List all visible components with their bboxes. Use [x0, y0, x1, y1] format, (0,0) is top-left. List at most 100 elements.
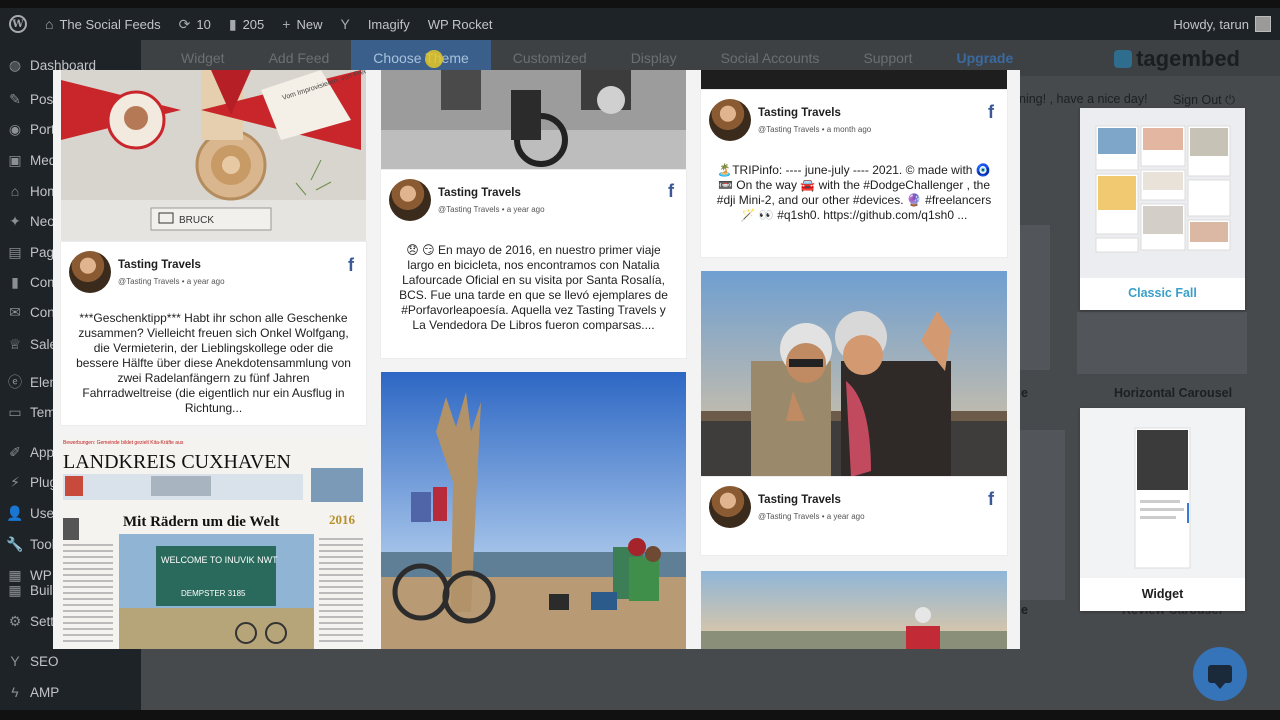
howdy-label: Howdy, tarun [1173, 16, 1249, 32]
site-name-label: The Social Feeds [59, 16, 161, 32]
newspaper-photo: Bewerbungen: Gemeinde bildet gezielt Kit… [61, 438, 366, 649]
pin-icon: ✎ [9, 90, 21, 107]
theme-thumb[interactable] [1020, 430, 1065, 600]
power-icon: ⏻ [1225, 93, 1236, 107]
yoast-icon: Y [340, 16, 350, 32]
post-handle-text: @Tasting Travels [118, 276, 180, 286]
gift-photo: BRUCK Vom Improvisieren, von Freundschaf… [61, 70, 366, 242]
avatar [389, 179, 431, 221]
svg-text:Bewerbungen: Gemeinde bildet g: Bewerbungen: Gemeinde bildet gezielt Kit… [63, 440, 184, 446]
post-text: ***Geschenktipp*** Habt ihr schon alle G… [76, 311, 351, 415]
account-menu[interactable]: Howdy, tarun [1164, 8, 1280, 40]
sidebar-item-amp[interactable]: ϟ AMP [0, 680, 141, 704]
feed-post-card[interactable]: Tasting Travels @Tasting Travels • a yea… [61, 242, 366, 425]
sidebar-item-label: Neo [30, 213, 55, 229]
avatar [69, 251, 111, 293]
avatar [1255, 16, 1271, 32]
theme-thumb-horizontal-carousel[interactable] [1077, 312, 1247, 374]
sunset-photo [701, 571, 1007, 649]
post-time: a year ago [826, 511, 865, 521]
theme-card-widget[interactable]: Widget [1080, 408, 1245, 611]
chart-icon: ♕ [8, 335, 22, 352]
post-text: 🏝️TRIPinfo: ---- june-july ---- 2021. © … [716, 163, 992, 222]
tagembed-logo: tagembed [1114, 46, 1240, 72]
comments-link[interactable]: ▮ 205 [220, 8, 273, 40]
sign-out-button[interactable]: Sign Out ⏻ [1173, 93, 1235, 108]
dashboard-icon: ◍ [8, 56, 22, 73]
selfie-photo [701, 271, 1007, 477]
site-name-link[interactable]: ⌂ The Social Feeds [36, 8, 170, 40]
sidebar-item-label: SEO [30, 653, 59, 669]
comment-icon: ▮ [228, 15, 237, 32]
elementor-icon: ⓔ [8, 374, 22, 390]
updates-count: 10 [196, 16, 211, 32]
builder-icon: ▦ [8, 581, 22, 598]
mouse-cursor-highlight [425, 50, 443, 68]
wp-rocket-link[interactable]: WP Rocket [419, 8, 502, 40]
theme-label-classic-fall: Classic Fall [1128, 286, 1197, 300]
post-time: a month ago [826, 124, 872, 134]
post-author[interactable]: Tasting Travels [438, 187, 545, 199]
comments-icon: ▮ [11, 273, 19, 290]
refresh-icon: ⟳ [178, 15, 191, 32]
imagify-label: Imagify [367, 16, 410, 32]
wrench-icon: 🔧 [6, 535, 24, 552]
wordpress-logo-icon[interactable]: W [0, 8, 36, 40]
post-image-selfie[interactable] [701, 271, 1007, 477]
updates-link[interactable]: ⟳ 10 [170, 8, 220, 40]
settings-icon: ⚙ [8, 612, 22, 629]
post-author[interactable]: Tasting Travels [758, 494, 865, 506]
facebook-icon[interactable]: f [348, 256, 360, 274]
feed-post-card[interactable]: Tasting Travels @Tasting Travels • a mon… [701, 90, 1007, 257]
pages-icon: ▤ [8, 243, 22, 260]
theme-label-partial: e [1021, 386, 1028, 400]
post-image-bikes[interactable] [381, 70, 686, 170]
theme-label-partial: e [1021, 603, 1028, 617]
templates-icon: ▭ [8, 403, 22, 420]
post-author[interactable]: Tasting Travels [758, 107, 871, 119]
home-icon: ⌂ [10, 183, 20, 199]
yoast-link[interactable]: Y [331, 8, 358, 40]
avatar [709, 99, 751, 141]
facebook-icon[interactable]: f [988, 103, 1000, 121]
amp-icon: ϟ [11, 684, 19, 700]
bikes-photo [381, 70, 686, 170]
portfolio-icon: ◉ [8, 120, 22, 137]
tagembed-mark-icon [1114, 50, 1133, 68]
post-image-gift[interactable]: BRUCK Vom Improvisieren, von Freundschaf… [61, 70, 366, 242]
post-image-sunset[interactable] [701, 571, 1007, 649]
wp-rocket-label: WP Rocket [427, 16, 493, 32]
imagify-link[interactable]: Imagify [359, 8, 419, 40]
comments-count: 205 [242, 16, 265, 32]
new-content-link[interactable]: + New [273, 8, 331, 40]
post-handle-text: @Tasting Travels [758, 511, 820, 521]
theme-thumb[interactable] [1020, 225, 1050, 370]
feed-post-card[interactable]: Tasting Travels @Tasting Travels • a yea… [381, 170, 686, 358]
seo-icon: Y [10, 653, 20, 669]
sidebar-item-seo[interactable]: Y SEO [0, 649, 141, 673]
theme-preview-modal: BRUCK Vom Improvisieren, von Freundschaf… [53, 70, 1020, 649]
greeting-text: ning! , have a nice day! [1019, 92, 1148, 106]
users-icon: 👤 [6, 504, 24, 521]
post-image-beach[interactable] [381, 372, 686, 649]
avatar [709, 486, 751, 528]
post-author[interactable]: Tasting Travels [118, 259, 225, 271]
beach-photo [381, 372, 686, 649]
svg-text:BRUCK: BRUCK [179, 215, 214, 226]
svg-text:WELCOME TO INUVIK NWT: WELCOME TO INUVIK NWT [161, 555, 278, 565]
mail-icon: ✉ [9, 303, 21, 320]
home-icon: ⌂ [45, 16, 54, 32]
feed-post-card[interactable]: Tasting Travels @Tasting Travels • a yea… [701, 477, 1007, 555]
post-image-newspaper[interactable]: Bewerbungen: Gemeinde bildet gezielt Kit… [61, 438, 366, 649]
post-handle-text: @Tasting Travels [758, 124, 820, 134]
post-image-dark[interactable] [701, 70, 1007, 90]
plug-icon: ⚡ [10, 473, 20, 490]
chat-button[interactable] [1193, 647, 1247, 701]
facebook-icon[interactable]: f [988, 490, 1000, 508]
brush-icon: ✐ [9, 443, 21, 460]
neo-icon: ✦ [9, 212, 21, 229]
facebook-icon[interactable]: f [668, 182, 680, 200]
post-handle: @Tasting Travels • a year ago [758, 511, 865, 521]
new-label: New [296, 16, 323, 32]
theme-card-classic-fall[interactable]: Classic Fall [1080, 108, 1245, 310]
